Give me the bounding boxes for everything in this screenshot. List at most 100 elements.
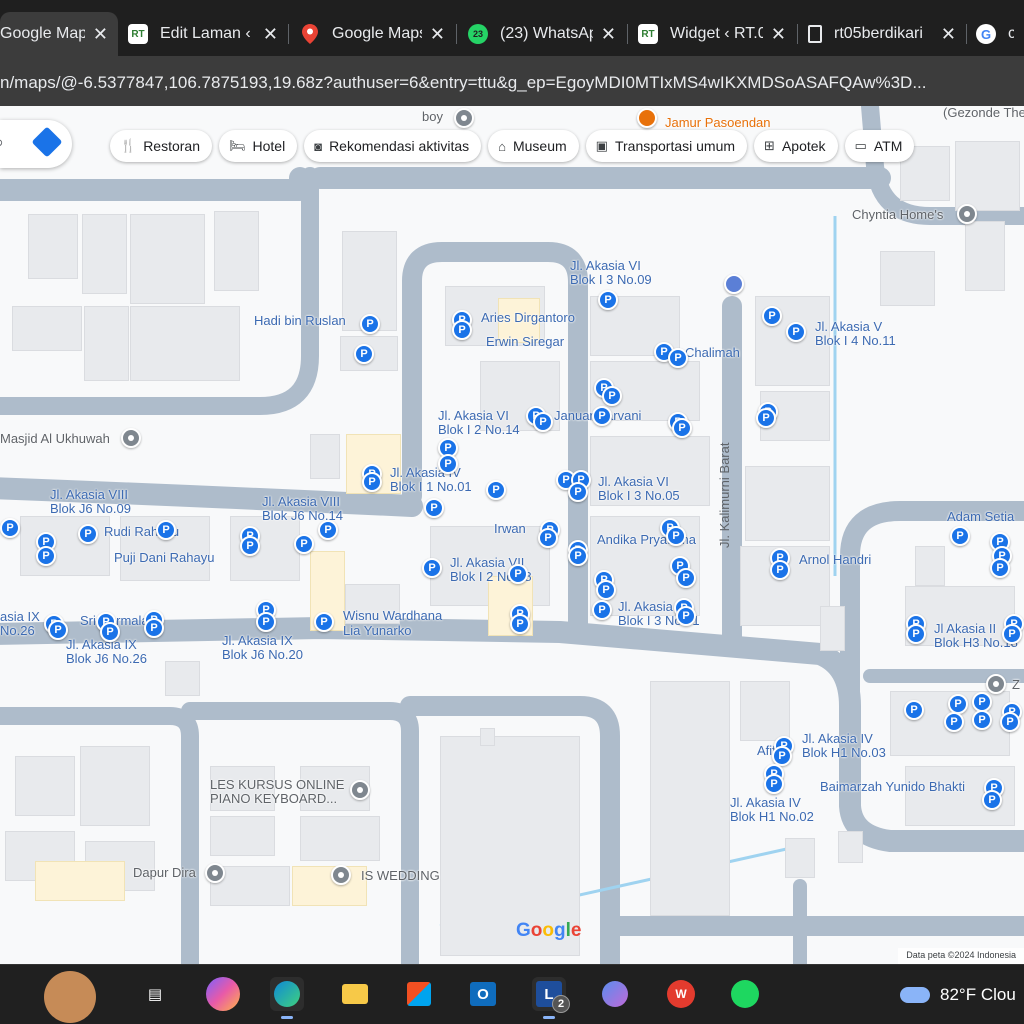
place-label[interactable]: IS WEDDING xyxy=(361,869,440,883)
weather-widget[interactable]: 82°F Clou xyxy=(900,985,1016,1005)
parking-pin-icon[interactable]: P xyxy=(672,418,692,438)
place-pin-icon[interactable] xyxy=(986,674,1006,694)
parking-pin-icon[interactable]: P xyxy=(438,454,458,474)
parking-pin-icon[interactable]: P xyxy=(318,520,338,540)
store-icon[interactable] xyxy=(402,977,436,1011)
close-icon[interactable]: ✕ xyxy=(263,24,278,45)
l-app-icon[interactable]: L2 xyxy=(532,977,570,1019)
parking-pin-icon[interactable]: P xyxy=(486,480,506,500)
parking-pin-icon[interactable]: P xyxy=(1002,624,1022,644)
parking-pin-icon[interactable]: P xyxy=(906,624,926,644)
parking-pin-icon[interactable]: P xyxy=(592,600,612,620)
address-label[interactable]: Jl. Akasia IX Blok J6 No.20 xyxy=(222,634,303,662)
parking-pin-icon[interactable]: P xyxy=(668,348,688,368)
address-label[interactable]: Jl. Akasia VIII Blok J6 No.09 xyxy=(50,488,131,516)
atm-pin-icon[interactable] xyxy=(724,274,744,294)
place-label[interactable]: Hadi bin Ruslan xyxy=(254,314,346,328)
tab-edit-laman[interactable]: RT Edit Laman ‹ RT.05 ✕ xyxy=(118,12,288,56)
place-label[interactable]: Lia Yunarko xyxy=(343,624,411,638)
place-label[interactable]: Dapur Dira xyxy=(133,866,196,880)
outlook-icon[interactable]: O xyxy=(466,977,500,1011)
parking-pin-icon[interactable]: P xyxy=(354,344,374,364)
parking-pin-icon[interactable]: P xyxy=(240,536,260,556)
parking-pin-icon[interactable]: P xyxy=(256,612,276,632)
place-label[interactable]: Aries Dirgantoro xyxy=(481,311,575,325)
parking-pin-icon[interactable]: P xyxy=(764,774,784,794)
chip-restoran[interactable]: 🍴 Restoran xyxy=(110,130,212,162)
parking-pin-icon[interactable]: P xyxy=(592,406,612,426)
address-label[interactable]: Jl. Akasia VI Blok I 2 No.14 xyxy=(438,409,520,437)
place-label[interactable]: boy xyxy=(422,110,443,124)
parking-pin-icon[interactable]: P xyxy=(676,606,696,626)
parking-pin-icon[interactable]: P xyxy=(904,700,924,720)
address-label[interactable]: Jl. Akasia VI Blok I 3 No.09 xyxy=(570,259,652,287)
place-label[interactable]: Wisnu Wardhana xyxy=(343,609,442,623)
parking-pin-icon[interactable]: P xyxy=(100,622,120,642)
parking-pin-icon[interactable]: P xyxy=(294,534,314,554)
parking-pin-icon[interactable]: P xyxy=(533,412,553,432)
parking-pin-icon[interactable]: P xyxy=(510,614,530,634)
search-box[interactable]: ⌕ xyxy=(0,120,72,168)
place-label[interactable]: Arnol Handri xyxy=(799,553,871,567)
mosque-pin-icon[interactable] xyxy=(121,428,141,448)
parking-pin-icon[interactable]: P xyxy=(948,694,968,714)
address-label[interactable]: Jl. Akasia IV Blok H1 No.03 xyxy=(802,732,886,760)
parking-pin-icon[interactable]: P xyxy=(538,528,558,548)
task-view-icon[interactable]: ▤ xyxy=(138,977,172,1011)
place-pin-icon[interactable] xyxy=(454,108,474,128)
chip-rekomendasi-aktivitas[interactable]: ◙ Rekomendasi aktivitas xyxy=(304,130,482,162)
address-label[interactable]: Jl. Akasia V Blok I 4 No.11 xyxy=(815,320,896,348)
directions-icon[interactable] xyxy=(31,126,63,158)
parking-pin-icon[interactable]: P xyxy=(156,520,176,540)
parking-pin-icon[interactable]: P xyxy=(422,558,442,578)
close-icon[interactable]: ✕ xyxy=(941,24,956,45)
place-label[interactable]: Masjid Al Ukhuwah xyxy=(0,432,110,446)
copilot-dark-icon[interactable] xyxy=(598,977,632,1011)
place-label[interactable]: Chalimah xyxy=(685,346,740,360)
parking-pin-icon[interactable]: P xyxy=(48,620,68,640)
file-explorer-icon[interactable] xyxy=(338,977,372,1011)
place-pin-icon[interactable] xyxy=(331,865,351,885)
restaurant-pin-icon[interactable] xyxy=(637,108,657,128)
place-label[interactable]: LES KURSUS ONLINE PIANO KEYBOARD... xyxy=(210,778,344,806)
map-attribution[interactable]: Data peta ©2024 Indonesia xyxy=(898,948,1024,964)
tab-google-maps-2[interactable]: Google Maps ✕ xyxy=(290,12,455,56)
chip-atm[interactable]: ▭ ATM xyxy=(844,130,915,162)
place-label[interactable]: Adam Setia xyxy=(947,510,1014,524)
parking-pin-icon[interactable]: P xyxy=(944,712,964,732)
search-icon[interactable]: ⌕ xyxy=(0,132,4,153)
place-label[interactable]: Z xyxy=(1012,678,1020,692)
tab-whatsapp[interactable]: 23 (23) WhatsApp ✕ xyxy=(458,12,626,56)
tab-google[interactable]: G ca xyxy=(966,12,1024,56)
address-bar[interactable]: n/maps/@-6.5377847,106.7875193,19.68z?au… xyxy=(0,56,1024,106)
parking-pin-icon[interactable]: P xyxy=(508,564,528,584)
close-icon[interactable]: ✕ xyxy=(601,24,616,45)
place-pin-icon[interactable] xyxy=(205,863,225,883)
parking-pin-icon[interactable]: P xyxy=(362,472,382,492)
map-canvas[interactable]: ⌕ 🍴 Restoran 🛏 Hotel ◙ Rekomendasi aktivita… xyxy=(0,106,1024,964)
parking-pin-icon[interactable]: P xyxy=(568,546,588,566)
address-label[interactable]: asia IX No.26 xyxy=(0,610,40,638)
parking-pin-icon[interactable]: P xyxy=(314,612,334,632)
address-label[interactable]: Jl. Akasia IV Blok H1 No.02 xyxy=(730,796,814,824)
parking-pin-icon[interactable]: P xyxy=(786,322,806,342)
address-label[interactable]: Jl. Akasia IX Blok J6 No.26 xyxy=(66,638,147,666)
parking-pin-icon[interactable]: P xyxy=(676,568,696,588)
address-label[interactable]: Jl. Akasia IV Blok I 1 No.01 xyxy=(390,466,472,494)
place-label[interactable]: Jamur Pasoendan xyxy=(665,116,771,130)
close-icon[interactable]: ✕ xyxy=(430,24,445,45)
parking-pin-icon[interactable]: P xyxy=(568,482,588,502)
parking-pin-icon[interactable]: P xyxy=(0,518,20,538)
parking-pin-icon[interactable]: P xyxy=(990,558,1010,578)
place-label[interactable]: Irwan xyxy=(494,522,526,536)
parking-pin-icon[interactable]: P xyxy=(452,320,472,340)
spotify-icon[interactable] xyxy=(728,977,762,1011)
parking-pin-icon[interactable]: P xyxy=(1000,712,1020,732)
parking-pin-icon[interactable]: P xyxy=(772,746,792,766)
close-icon[interactable]: ✕ xyxy=(93,24,108,45)
tab-google-maps-active[interactable]: Google Maps ✕ xyxy=(0,12,118,56)
parking-pin-icon[interactable]: P xyxy=(596,580,616,600)
place-label[interactable]: Puji Dani Rahayu xyxy=(114,551,214,565)
chip-transportasi-umum[interactable]: ▣ Transportasi umum xyxy=(585,130,748,162)
address-label[interactable]: Jl. Akasia VIII Blok J6 No.14 xyxy=(262,495,343,523)
